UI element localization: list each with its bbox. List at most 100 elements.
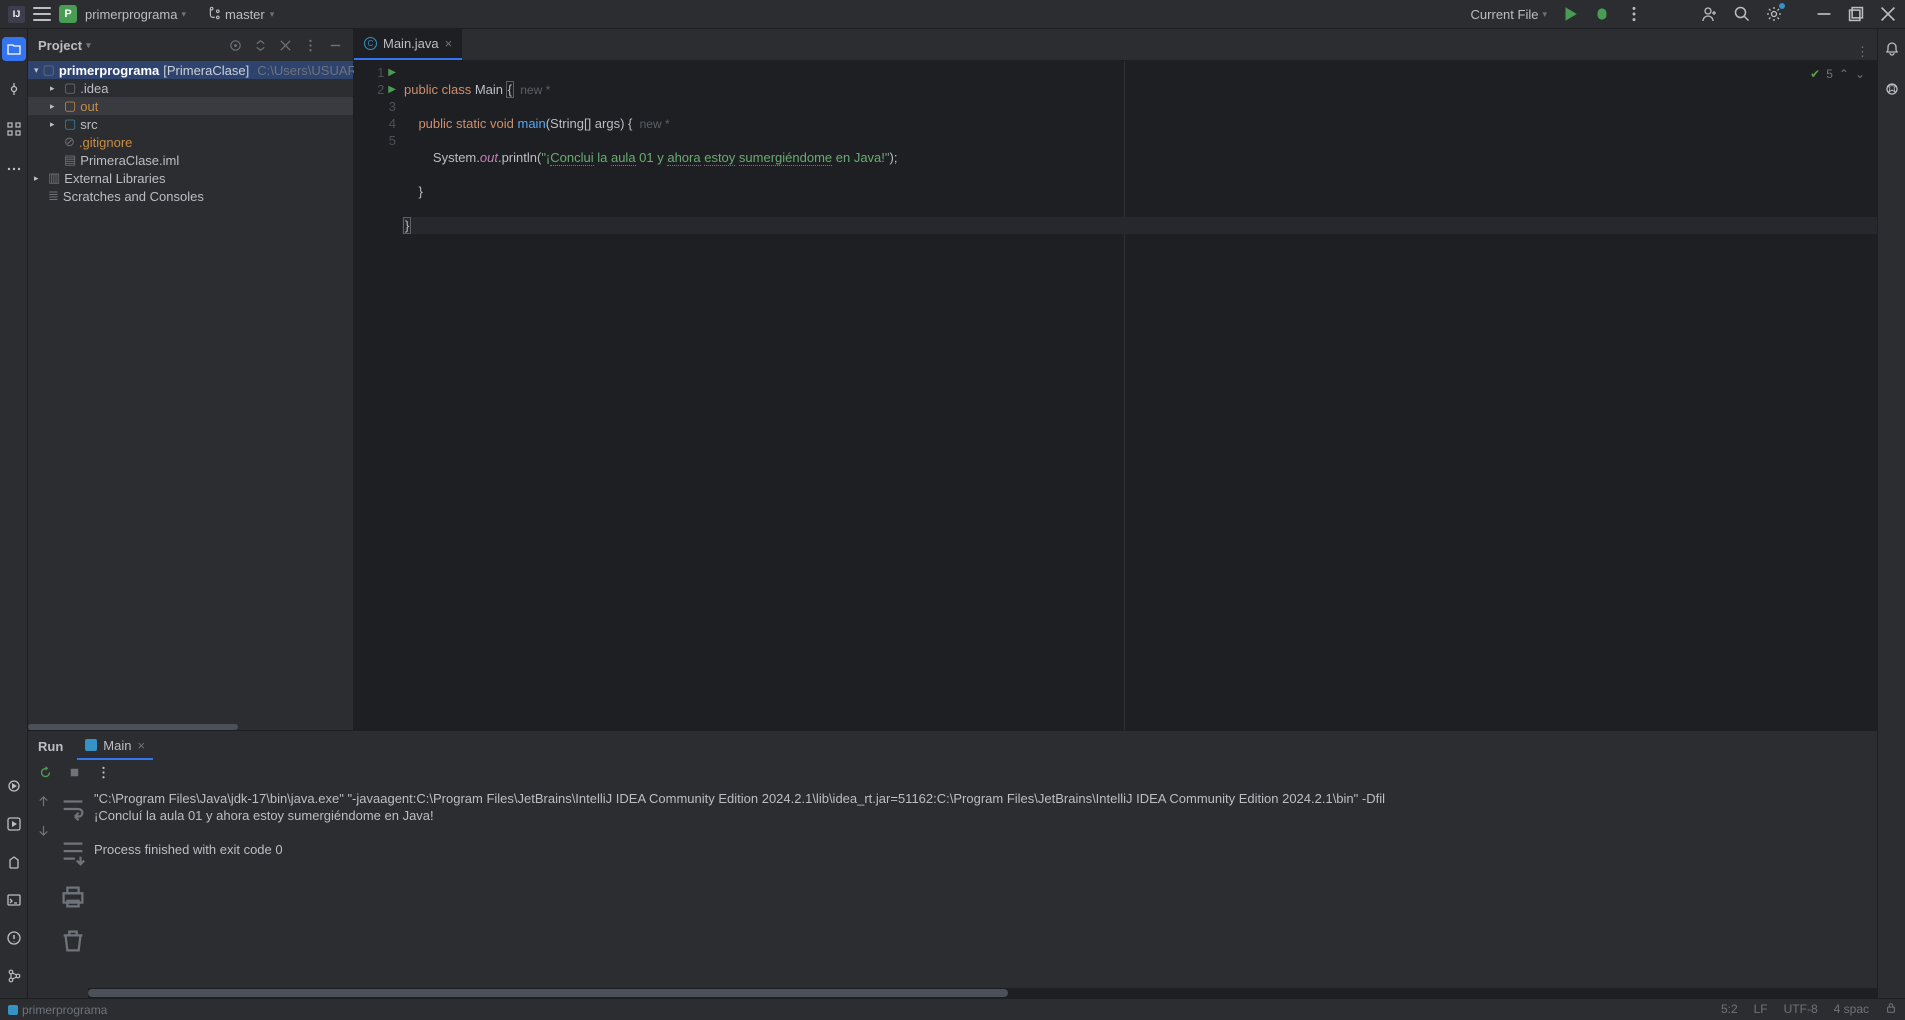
close-tab-icon[interactable]: × [137, 738, 145, 753]
vcs-tool-icon[interactable] [2, 964, 26, 988]
tabs-options-icon[interactable]: ⋮ [1848, 44, 1877, 60]
debug-button[interactable] [1593, 5, 1611, 23]
run-button[interactable] [1561, 5, 1579, 23]
tree-item-src[interactable]: ▸ ▢ src [28, 115, 353, 133]
hide-panel-icon[interactable] [328, 38, 343, 53]
run-config-name: Current File [1471, 7, 1539, 22]
panel-options-icon[interactable] [303, 38, 318, 53]
titlebar: IJ P primerprograma ▾ master ▾ Current F… [0, 0, 1905, 29]
module-icon [8, 1005, 18, 1015]
select-opened-file-icon[interactable] [228, 38, 243, 53]
chevron-down-icon[interactable]: ▾ [86, 40, 91, 51]
project-tool-icon[interactable] [2, 37, 26, 61]
problems-tool-icon[interactable] [2, 926, 26, 950]
folder-icon: ▢ [64, 116, 76, 132]
services-tool-icon[interactable] [2, 774, 26, 798]
indent-info[interactable]: 4 spac [1834, 1002, 1869, 1017]
app-icon: IJ [8, 6, 25, 23]
project-panel: Project ▾ ▾ ▢ primerprograma [28, 29, 354, 730]
clear-console-icon[interactable] [58, 926, 88, 956]
soft-wrap-icon[interactable] [58, 794, 88, 824]
ai-assistant-icon[interactable] [1880, 77, 1904, 101]
run-config-dropdown[interactable]: Current File ▾ [1471, 7, 1547, 22]
down-arrow-icon[interactable] [36, 823, 51, 838]
more-actions-icon[interactable] [1625, 5, 1643, 23]
project-name: primerprograma [85, 7, 177, 22]
gutter: 1▶ 2▶ 3 4 5 [354, 61, 402, 730]
lock-icon[interactable] [1885, 1002, 1897, 1017]
tree-root[interactable]: ▾ ▢ primerprograma [PrimeraClase] C:\Use… [28, 61, 353, 79]
print-icon[interactable] [58, 882, 88, 912]
tree-item-iml[interactable]: ▤ PrimeraClase.iml [28, 151, 353, 169]
stop-icon[interactable] [67, 765, 82, 780]
run-tab-label: Main [103, 738, 131, 753]
file-icon: ⊘ [64, 134, 75, 150]
cursor-position[interactable]: 5:2 [1721, 1002, 1738, 1017]
tree-item-label: out [80, 99, 98, 114]
chevron-right-icon: ▸ [50, 119, 60, 130]
run-left-tools [28, 784, 58, 988]
code-content[interactable]: public class Main { new * public static … [402, 61, 1877, 730]
tree-item-idea[interactable]: ▸ ▢ .idea [28, 79, 353, 97]
project-scrollbar[interactable] [28, 724, 353, 730]
up-arrow-icon[interactable] [36, 794, 51, 809]
folder-icon: ▢ [43, 62, 55, 78]
folder-icon: ▢ [64, 80, 76, 96]
structure-tool-icon[interactable] [2, 117, 26, 141]
library-icon: ▥ [48, 170, 60, 186]
console-output[interactable]: "C:\Program Files\Java\jdk-17\bin\java.e… [88, 784, 1877, 988]
code-with-me-icon[interactable] [1701, 5, 1719, 23]
rerun-icon[interactable] [38, 765, 53, 780]
run-tool-icon[interactable] [2, 812, 26, 836]
close-tab-icon[interactable]: × [445, 36, 453, 51]
run-line-icon[interactable]: ▶ [388, 81, 396, 98]
project-tree[interactable]: ▾ ▢ primerprograma [PrimeraClase] C:\Use… [28, 61, 353, 205]
project-dropdown[interactable]: primerprograma ▾ [85, 7, 186, 22]
expand-all-icon[interactable] [253, 38, 268, 53]
search-icon[interactable] [1733, 5, 1751, 23]
project-panel-header: Project ▾ [28, 29, 353, 61]
editor-tab-main[interactable]: C Main.java × [354, 29, 462, 60]
tree-item-label: .gitignore [79, 135, 132, 150]
chevron-down-icon: ▾ [270, 9, 275, 20]
maximize-button[interactable] [1847, 5, 1865, 23]
branch-name: master [225, 7, 265, 22]
build-tool-icon[interactable] [2, 850, 26, 874]
chevron-right-icon: ▸ [50, 101, 60, 112]
module-name[interactable]: primerprograma [22, 1003, 107, 1017]
notifications-icon[interactable] [1880, 37, 1904, 61]
editor-area: C Main.java × ⋮ ✔ 5 ⌃ ⌄ 1▶ [354, 29, 1877, 730]
code-editor[interactable]: ✔ 5 ⌃ ⌄ 1▶ 2▶ 3 4 5 public class Main { … [354, 61, 1877, 730]
tree-scratches[interactable]: ≣ Scratches and Consoles [28, 187, 353, 205]
scratches-icon: ≣ [48, 188, 59, 204]
settings-icon[interactable] [1765, 5, 1783, 23]
minimize-button[interactable] [1815, 5, 1833, 23]
scroll-to-end-icon[interactable] [58, 838, 88, 868]
tab-title: Main.java [383, 36, 439, 51]
commit-tool-icon[interactable] [2, 77, 26, 101]
close-button[interactable] [1879, 5, 1897, 23]
tree-item-label: src [80, 117, 97, 132]
tree-external-libraries[interactable]: ▸ ▥ External Libraries [28, 169, 353, 187]
run-console-tools [58, 784, 88, 988]
more-tools-icon[interactable] [2, 157, 26, 181]
project-badge: P [59, 5, 77, 23]
run-tab-main[interactable]: Main × [77, 733, 153, 760]
tree-item-label: PrimeraClase.iml [80, 153, 179, 168]
tree-item-out[interactable]: ▸ ▢ out [28, 97, 353, 115]
collapse-all-icon[interactable] [278, 38, 293, 53]
terminal-tool-icon[interactable] [2, 888, 26, 912]
tree-item-gitignore[interactable]: ⊘ .gitignore [28, 133, 353, 151]
chevron-down-icon: ▾ [181, 9, 186, 20]
editor-tabs: C Main.java × ⋮ [354, 29, 1877, 61]
file-encoding[interactable]: UTF-8 [1784, 1002, 1818, 1017]
console-scrollbar[interactable] [88, 988, 1877, 998]
chevron-down-icon: ▾ [34, 65, 39, 76]
run-line-icon[interactable]: ▶ [388, 64, 396, 81]
branch-dropdown[interactable]: master ▾ [206, 6, 274, 23]
main-menu-icon[interactable] [33, 7, 51, 21]
root-name: primerprograma [59, 63, 159, 78]
run-options-icon[interactable] [96, 765, 111, 780]
line-separator[interactable]: LF [1754, 1002, 1768, 1017]
run-panel-tabs: Run Main × [28, 731, 1877, 761]
